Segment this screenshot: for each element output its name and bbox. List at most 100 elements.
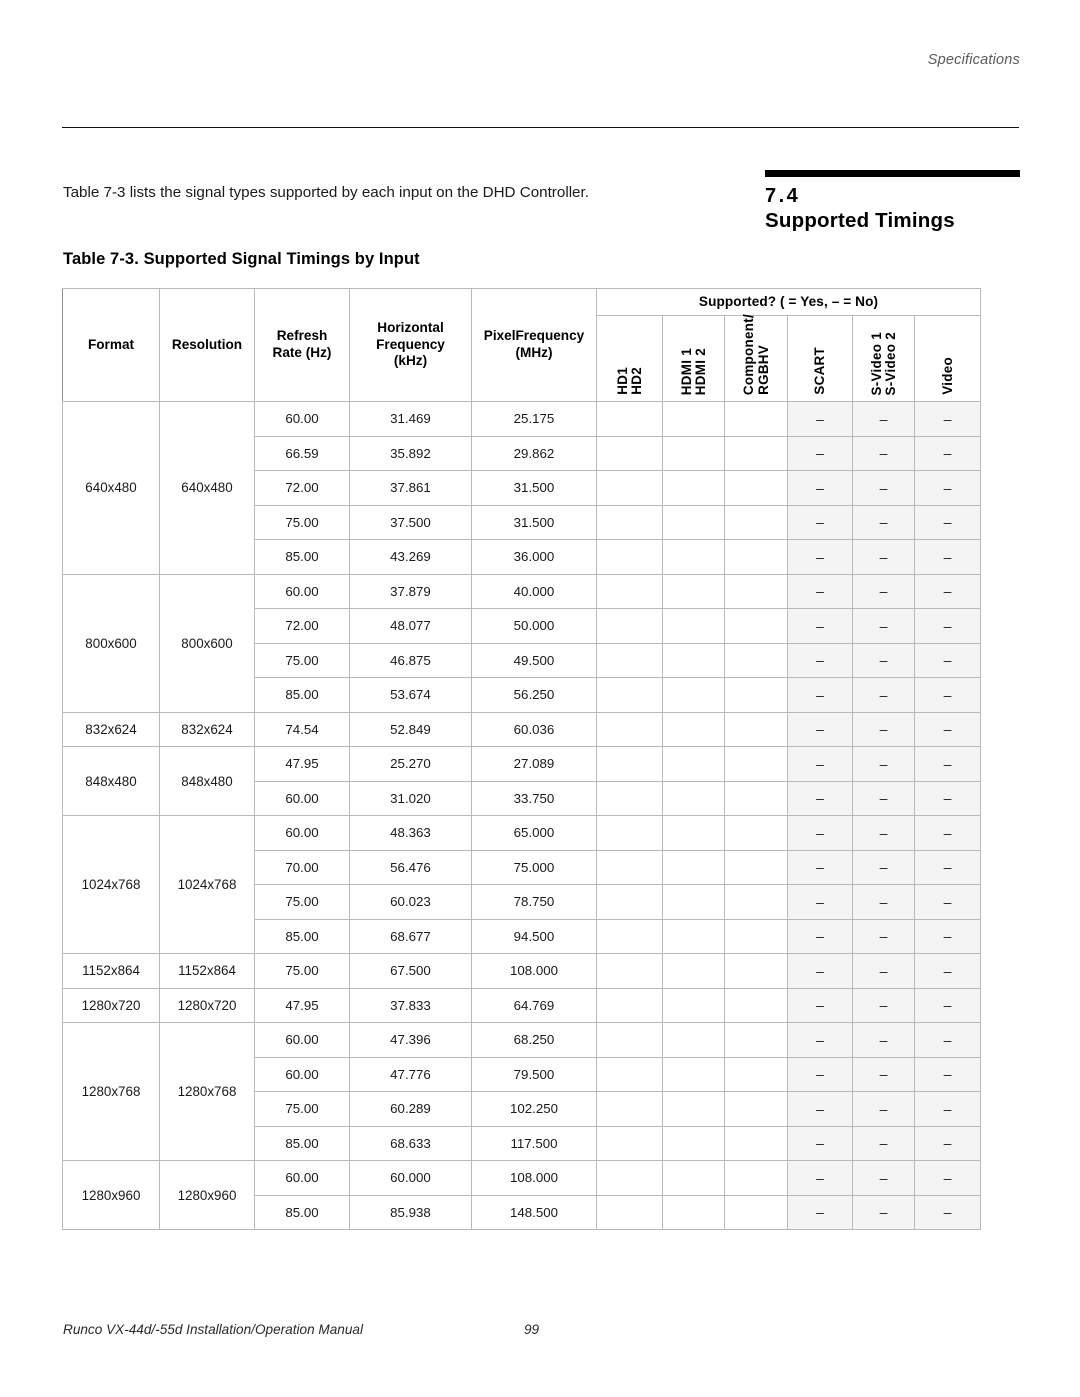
cell-support-svideo: – [852, 1194, 915, 1230]
cell-support-video: – [913, 504, 982, 540]
cell-refresh-rate: 75.00 [254, 953, 350, 989]
cell-support-svideo: – [852, 746, 915, 782]
section-heading-block: 7.4 Supported Timings [765, 170, 1020, 233]
cell-support-component [724, 401, 788, 437]
header-col-svideo-line2: S-Video 2 [883, 331, 898, 395]
header-col-svideo-line1: S-Video 1 [868, 331, 884, 395]
cell-pixel-frequency: 27.089 [471, 746, 597, 782]
cell-horizontal-frequency: 85.938 [349, 1194, 472, 1230]
cell-support-component [724, 815, 788, 851]
cell-support-hd [596, 504, 663, 540]
header-col-hdmi-stack: HDMI 1 HDMI 2 [663, 317, 724, 395]
cell-refresh-rate: 60.00 [254, 780, 350, 816]
cell-pixel-frequency: 31.500 [471, 470, 597, 506]
cell-resolution: 1152x864 [159, 953, 255, 989]
cell-support-hd [596, 1160, 663, 1196]
cell-format: 1024x768 [62, 815, 160, 954]
header-refresh-rate: Refresh Rate (Hz) [254, 288, 350, 402]
header-col-hdmi-line2: HDMI 2 [693, 347, 708, 395]
cell-format: 1152x864 [62, 953, 160, 989]
cell-support-video: – [913, 677, 982, 713]
table-row: 848x480 848x480 47.95 25.270 27.089– – – [62, 746, 982, 816]
cell-support-svideo: – [852, 918, 915, 954]
cell-support-hdmi [662, 815, 725, 851]
document-page: Specifications 7.4 Supported Timings Tab… [0, 0, 1080, 1397]
cell-support-svideo: – [852, 815, 915, 851]
cell-pixel-frequency: 79.500 [471, 1056, 597, 1092]
cell-support-hd [596, 815, 663, 851]
cell-horizontal-frequency: 47.776 [349, 1056, 472, 1092]
cell-support-component [724, 884, 788, 920]
cell-refresh-rate: 85.00 [254, 539, 350, 575]
cell-support-video: – [913, 711, 982, 747]
cell-support-component [724, 470, 788, 506]
cell-support-video: – [913, 539, 982, 575]
cell-refresh-rate: 47.95 [254, 746, 350, 782]
cell-resolution: 1024x768 [159, 815, 255, 954]
cell-pixel-frequency: 64.769 [471, 987, 597, 1023]
table-header: Format Resolution Refresh Rate (Hz) Hori… [62, 288, 982, 402]
cell-horizontal-frequency: 35.892 [349, 435, 472, 471]
cell-support-component [724, 1125, 788, 1161]
cell-support-video: – [913, 401, 982, 437]
cell-support-hd [596, 539, 663, 575]
cell-refresh-rate: 85.00 [254, 677, 350, 713]
cell-support-svideo: – [852, 780, 915, 816]
cell-pixel-frequency: 102.250 [471, 1091, 597, 1127]
table-row: 640x480 640x480 60.00 31.469 25.175– – – [62, 401, 982, 575]
cell-support-hd [596, 1125, 663, 1161]
cell-horizontal-frequency: 67.500 [349, 953, 472, 989]
cell-support-scart: – [787, 608, 853, 644]
cell-horizontal-frequency: 53.674 [349, 677, 472, 713]
cell-support-video: – [913, 1125, 982, 1161]
cell-horizontal-frequency: 52.849 [349, 711, 472, 747]
cell-support-hdmi [662, 401, 725, 437]
cell-refresh-rate: 72.00 [254, 608, 350, 644]
cell-horizontal-frequency: 60.289 [349, 1091, 472, 1127]
cell-support-component [724, 987, 788, 1023]
cell-support-hd [596, 711, 663, 747]
cell-support-scart: – [787, 401, 853, 437]
header-col-hd-line2: HD2 [629, 367, 644, 395]
header-col-hdmi: HDMI 1 HDMI 2 [662, 315, 725, 402]
cell-support-scart: – [787, 642, 853, 678]
table-row: 1024x768 1024x768 60.00 48.363 65.000– – – [62, 815, 982, 954]
cell-support-video: – [913, 470, 982, 506]
cell-pixel-frequency: 117.500 [471, 1125, 597, 1161]
cell-format: 1280x720 [62, 987, 160, 1023]
cell-refresh-rate: 85.00 [254, 1194, 350, 1230]
cell-support-scart: – [787, 1194, 853, 1230]
cell-pixel-frequency: 56.250 [471, 677, 597, 713]
cell-support-video: – [913, 780, 982, 816]
header-horizontal-frequency: Horizontal Frequency (kHz) [349, 288, 472, 402]
cell-support-hdmi [662, 711, 725, 747]
table-row: 800x600 800x600 60.00 37.879 40.000– – – [62, 573, 982, 713]
cell-support-video: – [913, 1056, 982, 1092]
cell-support-svideo: – [852, 539, 915, 575]
table-row: 832x624 832x624 74.54 52.849 60.036– – – [62, 711, 982, 747]
cell-support-component [724, 1022, 788, 1058]
cell-support-svideo: – [852, 1056, 915, 1092]
cell-support-video: – [913, 815, 982, 851]
cell-support-hdmi [662, 849, 725, 885]
cell-format: 640x480 [62, 401, 160, 575]
cell-pixel-frequency: 108.000 [471, 1160, 597, 1196]
cell-horizontal-frequency: 56.476 [349, 849, 472, 885]
header-col-scart: SCART [787, 315, 853, 402]
header-col-component-stack: Component/ RGBHV [725, 314, 787, 395]
cell-support-scart: – [787, 849, 853, 885]
header-col-svideo: S-Video 1 S-Video 2 [852, 315, 915, 402]
cell-support-hdmi [662, 953, 725, 989]
cell-pixel-frequency: 36.000 [471, 539, 597, 575]
cell-refresh-rate: 75.00 [254, 642, 350, 678]
cell-horizontal-frequency: 43.269 [349, 539, 472, 575]
cell-refresh-rate: 60.00 [254, 1160, 350, 1196]
cell-refresh-rate: 75.00 [254, 884, 350, 920]
cell-support-svideo: – [852, 1022, 915, 1058]
cell-pixel-frequency: 148.500 [471, 1194, 597, 1230]
cell-support-component [724, 1056, 788, 1092]
cell-support-svideo: – [852, 953, 915, 989]
cell-pixel-frequency: 50.000 [471, 608, 597, 644]
cell-support-svideo: – [852, 642, 915, 678]
cell-support-component [724, 849, 788, 885]
